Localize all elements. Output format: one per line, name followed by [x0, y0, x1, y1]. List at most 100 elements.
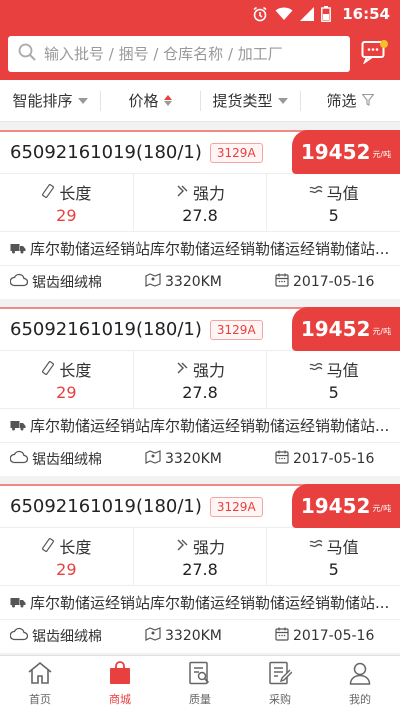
warehouse-name: 库尔勒储运经销站库尔勒储运经销勒储运经销勒储站...: [30, 417, 390, 435]
dropdown-arrow-icon: [277, 97, 288, 104]
map-distance-icon: [145, 450, 161, 468]
tab-purchase[interactable]: 采购: [240, 656, 320, 711]
stat-label: 长度: [59, 538, 92, 557]
message-button[interactable]: [356, 36, 392, 72]
stat-value: 27.8: [182, 206, 218, 225]
battery-icon: [321, 6, 332, 22]
filter-label: 智能排序: [12, 92, 73, 110]
calendar-icon: [275, 450, 289, 468]
grade-tag: 3129A: [209, 319, 263, 340]
search-icon: [18, 43, 36, 65]
stat-value: 27.8: [182, 560, 218, 579]
tab-label: 我的: [349, 692, 371, 706]
distance-label: 3320KM: [165, 274, 222, 290]
distance-label: 3320KM: [165, 628, 222, 644]
warehouse-row: 库尔勒储运经销站库尔勒储运经销勒储运经销勒储站...: [0, 586, 400, 620]
distance: 3320KM: [145, 450, 275, 468]
batch-number: 65092161019(180/1): [10, 319, 202, 340]
stat-label: 长度: [59, 184, 92, 203]
batch-number: 65092161019(180/1): [10, 142, 202, 163]
micronaire-icon: [309, 360, 323, 379]
calendar-icon: [275, 627, 289, 645]
filter-bar: 智能排序 价格 提货类型 筛选: [0, 80, 400, 122]
stat-label: 强力: [193, 361, 226, 380]
batch-number: 65092161019(180/1): [10, 496, 202, 517]
cloud-cotton-icon: [9, 627, 29, 645]
price-badge: 19452 元/吨: [292, 130, 400, 174]
fiber-type: 锯齿细绒棉: [0, 449, 145, 469]
stat-label: 马值: [326, 361, 359, 380]
dropdown-arrow-icon: [77, 97, 88, 104]
price-value: 19452: [300, 140, 371, 164]
app-header: 16:54: [0, 0, 400, 80]
stat-micronaire: 马值 5: [266, 528, 400, 585]
filter-label: 价格: [128, 92, 159, 110]
search-box[interactable]: [8, 36, 351, 72]
filter-label: 提货类型: [212, 92, 273, 110]
filter-label: 筛选: [326, 92, 357, 110]
truck-icon: [10, 417, 26, 435]
purchase-edit-icon: [268, 661, 293, 688]
date-label: 2017-05-16: [293, 628, 375, 644]
stat-length: 长度 29: [0, 351, 133, 408]
listing-card[interactable]: 65092161019(180/1) 3129A 19452 元/吨 长度 29…: [0, 484, 400, 653]
map-distance-icon: [145, 627, 161, 645]
stat-label: 马值: [326, 538, 359, 557]
date-label: 2017-05-16: [293, 274, 375, 290]
listing-card[interactable]: 65092161019(180/1) 3129A 19452 元/吨 长度 29…: [0, 130, 400, 299]
date: 2017-05-16: [275, 273, 374, 291]
fiber-label: 锯齿细绒棉: [32, 275, 102, 291]
calendar-icon: [275, 273, 289, 291]
listing-list: 65092161019(180/1) 3129A 19452 元/吨 长度 29…: [0, 122, 400, 653]
distance: 3320KM: [145, 273, 275, 291]
bottom-tab-bar: 首页 商城 质量 采购 我的: [0, 655, 400, 711]
grade-tag: 3129A: [209, 496, 263, 517]
search-input[interactable]: [44, 45, 351, 63]
date: 2017-05-16: [275, 450, 374, 468]
price-unit: 元/吨: [372, 326, 392, 336]
stat-strength: 强力 27.8: [132, 528, 267, 585]
stat-strength: 强力 27.8: [132, 174, 267, 231]
micronaire-icon: [309, 183, 323, 202]
tab-label: 质量: [189, 692, 211, 706]
map-distance-icon: [145, 273, 161, 291]
tab-mine[interactable]: 我的: [320, 656, 400, 711]
cloud-cotton-icon: [9, 450, 29, 468]
alarm-icon: [252, 6, 268, 22]
stat-label: 马值: [326, 184, 359, 203]
stat-label: 强力: [193, 538, 226, 557]
price-badge: 19452 元/吨: [292, 484, 400, 528]
price-value: 19452: [300, 317, 371, 341]
warehouse-name: 库尔勒储运经销站库尔勒储运经销勒储运经销勒储站...: [30, 240, 390, 258]
filter-pickup-type[interactable]: 提货类型: [200, 80, 300, 122]
tab-mall[interactable]: 商城: [80, 656, 160, 711]
date: 2017-05-16: [275, 627, 374, 645]
filter-screen[interactable]: 筛选: [300, 80, 400, 122]
micronaire-icon: [309, 537, 323, 556]
cloud-cotton-icon: [9, 273, 29, 291]
shopping-bag-icon: [108, 660, 132, 688]
home-icon: [27, 661, 53, 688]
tab-home[interactable]: 首页: [0, 656, 80, 711]
price-unit: 元/吨: [372, 149, 392, 159]
wifi-icon: [275, 7, 293, 21]
clock-time: 16:54: [342, 5, 390, 23]
notification-dot: [380, 40, 388, 48]
strength-icon: [175, 360, 189, 379]
warehouse-name: 库尔勒储运经销站库尔勒储运经销勒储运经销勒储站...: [30, 594, 390, 612]
filter-smart-sort[interactable]: 智能排序: [0, 80, 100, 122]
tab-label: 采购: [269, 692, 291, 706]
tab-quality[interactable]: 质量: [160, 656, 240, 711]
user-icon: [348, 661, 372, 688]
truck-icon: [10, 594, 26, 612]
strength-icon: [175, 183, 189, 202]
ruler-icon: [41, 537, 55, 556]
distance: 3320KM: [145, 627, 275, 645]
stat-micronaire: 马值 5: [266, 351, 400, 408]
stat-strength: 强力 27.8: [132, 351, 267, 408]
ruler-icon: [41, 360, 55, 379]
fiber-type: 锯齿细绒棉: [0, 272, 145, 292]
listing-card[interactable]: 65092161019(180/1) 3129A 19452 元/吨 长度 29…: [0, 307, 400, 476]
filter-price[interactable]: 价格: [100, 80, 200, 122]
status-bar: 16:54: [0, 0, 400, 28]
